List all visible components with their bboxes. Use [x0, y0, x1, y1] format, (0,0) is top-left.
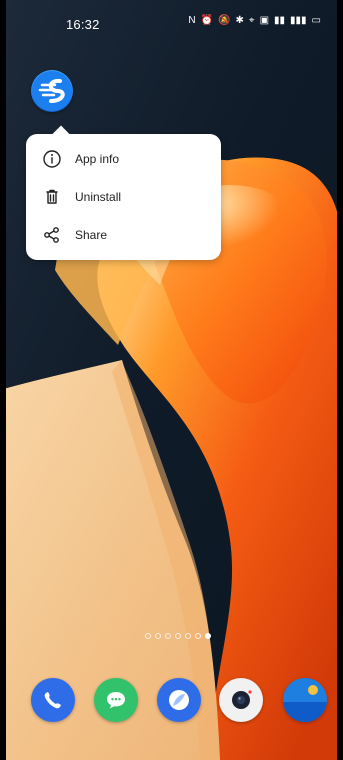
- app-shortcut-menu: App info Uninstall Share: [26, 134, 221, 260]
- status-bar: 16:32 N ⏰ 🔕 ✱ ⌖ ▣ ▮▮ ▮▮▮ ▭: [0, 0, 343, 44]
- info-icon: [43, 150, 61, 168]
- menu-item-uninstall[interactable]: Uninstall: [26, 178, 221, 216]
- messages-icon: [107, 692, 125, 709]
- bluetooth-icon: ✱: [235, 15, 244, 26]
- page-dot: [175, 633, 181, 639]
- messages-app[interactable]: [94, 678, 138, 722]
- alarm-icon: ⏰: [200, 15, 214, 26]
- hd-icon: ▣: [259, 15, 270, 26]
- page-dot: [145, 633, 151, 639]
- location-icon: ⌖: [248, 15, 255, 26]
- camera-app[interactable]: [219, 678, 263, 722]
- browser-icon: [169, 690, 189, 710]
- brand-s-icon: [32, 71, 72, 111]
- wallpaper-art: [0, 0, 343, 760]
- page-dot: [185, 633, 191, 639]
- page-dot-active: [205, 633, 211, 639]
- trash-icon: [46, 189, 58, 204]
- page-indicator[interactable]: [145, 633, 211, 639]
- menu-item-label: App info: [75, 152, 120, 166]
- browser-app[interactable]: [157, 678, 201, 722]
- signal-icon: ▮▮▮: [290, 15, 307, 26]
- nfc-icon: N: [188, 15, 196, 26]
- status-time: 16:32: [66, 17, 100, 32]
- menu-item-app-info[interactable]: App info: [26, 140, 221, 178]
- weather-app[interactable]: [283, 678, 327, 722]
- camera-icon: [232, 690, 252, 709]
- share-icon: [44, 227, 59, 243]
- weather-icon: [283, 678, 327, 722]
- page-dot: [195, 633, 201, 639]
- status-icons: N ⏰ 🔕 ✱ ⌖ ▣ ▮▮ ▮▮▮ ▭: [188, 15, 321, 27]
- mute-icon: 🔕: [218, 15, 231, 26]
- phone-app[interactable]: [31, 678, 75, 722]
- menu-item-label: Share: [75, 228, 108, 242]
- signal-icon: ▮▮: [274, 15, 286, 26]
- page-dot: [165, 633, 171, 639]
- phone-icon: [44, 692, 61, 709]
- wallpaper: [0, 0, 343, 760]
- app-icon[interactable]: [31, 70, 73, 112]
- page-dot: [155, 633, 161, 639]
- battery-icon: ▭: [311, 15, 321, 26]
- menu-item-label: Uninstall: [75, 190, 122, 204]
- menu-item-share[interactable]: Share: [26, 216, 221, 254]
